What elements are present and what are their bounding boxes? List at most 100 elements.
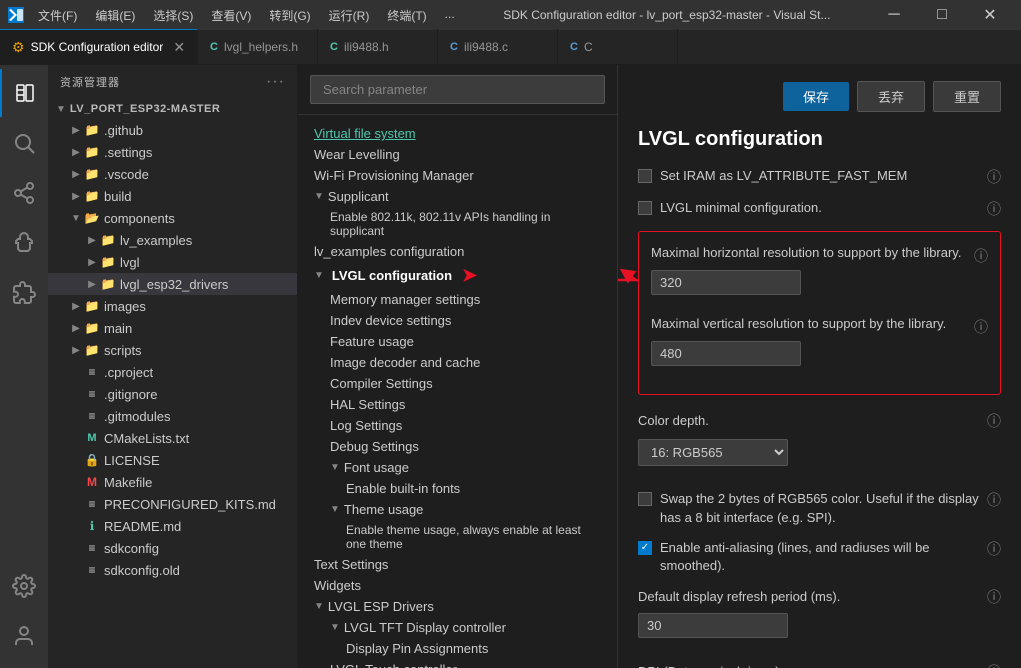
refresh-info[interactable]: ⓘ [987, 587, 1001, 607]
tab-ili9488-h[interactable]: C ili9488.h [318, 29, 438, 64]
tree-item-components[interactable]: ▼ 📂 components [48, 207, 297, 229]
menu-run[interactable]: 运行(R) [321, 5, 378, 26]
tree-item-settings[interactable]: ▶ 📁 .settings [48, 141, 297, 163]
activity-extensions[interactable] [0, 269, 48, 317]
tree-item-scripts[interactable]: ▶ 📁 scripts [48, 339, 297, 361]
nav-debug[interactable]: Debug Settings [298, 436, 617, 457]
nav-tft-display[interactable]: ▼ LVGL TFT Display controller [298, 617, 617, 638]
v-res-input[interactable] [651, 341, 801, 366]
nav-widgets[interactable]: Widgets [298, 575, 617, 596]
discard-button[interactable]: 丢弃 [857, 81, 925, 112]
anti-alias-info[interactable]: ⓘ [987, 539, 1001, 559]
menu-edit[interactable]: 编辑(E) [87, 5, 143, 26]
activity-search[interactable] [0, 119, 48, 167]
tab-sdk-config[interactable]: ⚙ SDK Configuration editor ✕ [0, 29, 198, 64]
refresh-desc: Default display refresh period (ms). [638, 588, 981, 606]
tree-item-build[interactable]: ▶ 📁 build [48, 185, 297, 207]
nav-theme-usage[interactable]: ▼ Theme usage [298, 499, 617, 520]
swap-rgb-checkbox[interactable] [638, 492, 652, 506]
root-folder[interactable]: ▼ LV_PORT_ESP32-MASTER [48, 99, 297, 119]
tree-item-vscode[interactable]: ▶ 📁 .vscode [48, 163, 297, 185]
close-button[interactable]: ✕ [967, 0, 1013, 30]
reset-button[interactable]: 重置 [933, 81, 1001, 112]
refresh-input[interactable] [638, 613, 788, 638]
tree-item-cmake[interactable]: ▶ M CMakeLists.txt [48, 427, 297, 449]
activity-settings[interactable] [0, 562, 48, 610]
nav-wifi-prov[interactable]: Wi-Fi Provisioning Manager [298, 165, 617, 186]
nav-virtual-fs[interactable]: Virtual file system [298, 123, 617, 144]
swap-rgb-info[interactable]: ⓘ [987, 490, 1001, 510]
nav-label: LVGL configuration [332, 268, 452, 283]
tree-item-lvgl-esp32[interactable]: ▶ 📁 lvgl_esp32_drivers [48, 273, 297, 295]
nav-text-settings[interactable]: Text Settings [298, 554, 617, 575]
nav-supplicant[interactable]: ▼ Supplicant [298, 186, 617, 207]
nav-log[interactable]: Log Settings [298, 415, 617, 436]
h-res-input[interactable] [651, 270, 801, 295]
nav-lvgl-esp-drivers[interactable]: ▼ LVGL ESP Drivers [298, 596, 617, 617]
activity-git[interactable] [0, 169, 48, 217]
tree-item-sdkconfig[interactable]: ▶ ≡ sdkconfig [48, 537, 297, 559]
color-depth-select[interactable]: 1: 1 byte/px 8: 8 bit/px 16: RGB565 32: … [638, 439, 788, 466]
tree-item-images[interactable]: ▶ 📁 images [48, 295, 297, 317]
nav-indev[interactable]: Indev device settings [298, 310, 617, 331]
tree-item-license[interactable]: ▶ 🔒 LICENSE [48, 449, 297, 471]
tree-item-lvgl[interactable]: ▶ 📁 lvgl [48, 251, 297, 273]
nav-display-pin[interactable]: Display Pin Assignments [298, 638, 617, 659]
nav-touch-controller[interactable]: LVGL Touch controller [298, 659, 617, 668]
nav-lv-examples[interactable]: lv_examples configuration [298, 241, 617, 262]
tab-ili9488-c[interactable]: C ili9488.c [438, 29, 558, 64]
sdk-search-area [298, 65, 617, 115]
nav-feature[interactable]: Feature usage [298, 331, 617, 352]
set-iram-info[interactable]: ⓘ [987, 167, 1001, 187]
tree-item-readme[interactable]: ▶ ℹ README.md [48, 515, 297, 537]
nav-supplicant-enable[interactable]: Enable 802.11k, 802.11v APIs handling in… [298, 207, 617, 241]
tree-item-gitmodules[interactable]: ▶ ≡ .gitmodules [48, 405, 297, 427]
dpi-info[interactable]: ⓘ [987, 662, 1001, 668]
lvgl-minimal-info[interactable]: ⓘ [987, 199, 1001, 219]
tree-item-cproject[interactable]: ▶ ≡ .cproject [48, 361, 297, 383]
tree-item-makefile[interactable]: ▶ M Makefile [48, 471, 297, 493]
tab-lvgl-helpers[interactable]: C lvgl_helpers.h [198, 29, 318, 64]
activity-account[interactable] [0, 612, 48, 660]
menu-select[interactable]: 选择(S) [145, 5, 201, 26]
nav-lvgl-config[interactable]: ▼ LVGL configuration ➤ [298, 262, 617, 289]
tab-sdk-close[interactable]: ✕ [173, 39, 185, 56]
menu-file[interactable]: 文件(F) [30, 5, 85, 26]
nav-image-decoder[interactable]: Image decoder and cache [298, 352, 617, 373]
nav-wear-levelling[interactable]: Wear Levelling [298, 144, 617, 165]
v-res-info[interactable]: ⓘ [974, 317, 988, 337]
sidebar-more-button[interactable]: ··· [266, 73, 285, 91]
maximize-button[interactable]: □ [919, 0, 965, 30]
nav-label: LVGL Touch controller [330, 662, 457, 668]
color-depth-info[interactable]: ⓘ [987, 411, 1001, 431]
activity-explorer[interactable] [0, 69, 48, 117]
tree-item-lv-examples[interactable]: ▶ 📁 lv_examples [48, 229, 297, 251]
tree-item-preconfigured[interactable]: ▶ ≡ PRECONFIGURED_KITS.md [48, 493, 297, 515]
h-res-info[interactable]: ⓘ [974, 246, 988, 266]
menu-terminal[interactable]: 终端(T) [379, 5, 434, 26]
save-button[interactable]: 保存 [783, 82, 849, 111]
lvgl-minimal-checkbox[interactable] [638, 201, 652, 215]
tree-item-github[interactable]: ▶ 📁 .github [48, 119, 297, 141]
swap-rgb-label: Swap the 2 bytes of RGB565 color. Useful… [660, 490, 979, 526]
window-title: SDK Configuration editor - lv_port_esp32… [469, 8, 865, 22]
nav-theme-enable[interactable]: Enable theme usage, always enable at lea… [298, 520, 617, 554]
set-iram-checkbox[interactable] [638, 169, 652, 183]
search-input[interactable] [310, 75, 605, 104]
sidebar-tree: ▶ 📁 .github ▶ 📁 .settings ▶ 📁 .vscode ▶ … [48, 119, 297, 668]
menu-more[interactable]: ... [437, 5, 463, 26]
menu-goto[interactable]: 转到(G) [261, 5, 318, 26]
nav-builtin-fonts[interactable]: Enable built-in fonts [298, 478, 617, 499]
tree-item-gitignore[interactable]: ▶ ≡ .gitignore [48, 383, 297, 405]
minimize-button[interactable]: ─ [871, 0, 917, 30]
tree-item-sdkconfig-old[interactable]: ▶ ≡ sdkconfig.old [48, 559, 297, 581]
nav-font-usage[interactable]: ▼ Font usage [298, 457, 617, 478]
activity-debug[interactable] [0, 219, 48, 267]
menu-view[interactable]: 查看(V) [203, 5, 259, 26]
nav-memory[interactable]: Memory manager settings [298, 289, 617, 310]
nav-compiler[interactable]: Compiler Settings [298, 373, 617, 394]
anti-alias-checkbox[interactable] [638, 541, 652, 555]
tab-c[interactable]: C C [558, 29, 678, 64]
tree-item-main[interactable]: ▶ 📁 main [48, 317, 297, 339]
nav-hal[interactable]: HAL Settings [298, 394, 617, 415]
